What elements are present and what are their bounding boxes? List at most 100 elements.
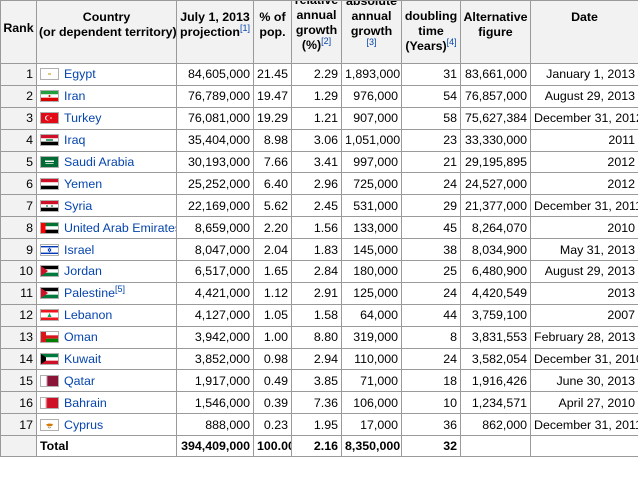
col-header-absolute-growth[interactable]: absolute annual growth [3] (341, 0, 402, 64)
country-link[interactable]: Saudi Arabia (64, 155, 134, 169)
country-ref-link[interactable]: [5] (115, 284, 125, 294)
population-table: Rank Country (or dependent territory) Ju… (0, 0, 638, 458)
col-header-rel-line3: growth (295, 23, 338, 37)
doubling-time-cell: 29 (401, 194, 461, 218)
alternative-figure-cell: 3,759,100 (460, 303, 531, 327)
col-header-doubling-time[interactable]: doubling time (Years)[4] (401, 0, 461, 64)
table-row: 15 Qatar 1,917,000 0.49 3.85 71,000 18 1,916,42… (0, 369, 638, 393)
col-header-pop[interactable]: % of pop. (253, 0, 292, 64)
col-header-projection[interactable]: July 1, 2013 projection[1] (176, 0, 254, 64)
col-header-relative-growth[interactable]: relative annual growth (%)[2] (291, 0, 342, 64)
country-link[interactable]: Oman (64, 330, 98, 344)
relative-growth-cell: 3.06 (291, 128, 342, 152)
header-row: Rank Country (or dependent territory) Ju… (0, 0, 638, 64)
absolute-growth-cell: 106,000 (341, 391, 402, 415)
country-cell: Bahrain (36, 391, 177, 415)
alternative-figure-cell: 21,377,000 (460, 194, 531, 218)
egypt-flag-icon (40, 68, 59, 81)
country-link[interactable]: Iran (64, 89, 85, 103)
country-link[interactable]: Turkey (64, 111, 101, 125)
rank-cell: 15 (0, 369, 37, 393)
country-link[interactable]: Israel (64, 243, 94, 257)
relative-growth-cell: 3.41 (291, 150, 342, 174)
rank-cell: 8 (0, 216, 37, 240)
projection-cell: 30,193,000 (176, 150, 254, 174)
doubling-time-cell: 25 (401, 260, 461, 283)
country-link[interactable]: Palestine (64, 286, 115, 300)
pop-percent-cell: 7.66 (253, 150, 292, 174)
rank-cell: 3 (0, 106, 37, 130)
doubling-time-cell: 58 (401, 106, 461, 130)
col-header-abs-line2: annual (351, 9, 392, 23)
pop-percent-cell: 0.98 (253, 347, 292, 371)
projection-cell: 25,252,000 (176, 172, 254, 196)
palestine-flag-icon (40, 287, 59, 300)
country-link[interactable]: Qatar (64, 374, 95, 388)
country-link[interactable]: Iraq (64, 133, 85, 147)
country-cell: Saudi Arabia (36, 150, 177, 174)
projection-cell: 4,127,000 (176, 303, 254, 327)
rank-cell: 9 (0, 238, 37, 262)
col-header-rank[interactable]: Rank (0, 0, 37, 64)
col-header-pop-line2: pop. (259, 25, 286, 39)
rank-cell: 13 (0, 325, 37, 349)
country-link[interactable]: Yemen (64, 177, 102, 191)
total-row: Total 394,409,000 100.00 2.16 8,350,000 32 (0, 435, 638, 458)
country-link[interactable]: Egypt (64, 67, 96, 81)
pop-percent-cell: 5.62 (253, 194, 292, 218)
ref-link-4[interactable]: [4] (447, 36, 457, 46)
country-link[interactable]: Cyprus (64, 418, 103, 432)
pop-percent-cell: 1.00 (253, 325, 292, 349)
absolute-growth-cell: 319,000 (341, 325, 402, 349)
country-link[interactable]: United Arab Emirates (64, 221, 176, 235)
country-link[interactable]: Syria (64, 199, 92, 213)
doubling-time-cell: 44 (401, 303, 461, 327)
country-link[interactable]: Bahrain (64, 396, 107, 410)
relative-growth-cell: 1.56 (291, 216, 342, 240)
table-row: 2 Iran 76,789,000 19.47 1.29 976,000 54 76,857,… (0, 84, 638, 108)
doubling-time-cell: 24 (401, 172, 461, 196)
table-row: 11 Palestine[5] 4,421,000 1.12 2.91 125,000 24… (0, 281, 638, 305)
pop-percent-cell: 1.05 (253, 303, 292, 327)
pop-percent-cell: 19.47 (253, 84, 292, 108)
ref-link-2[interactable]: [2] (321, 36, 331, 46)
table-row: 10 Jordan 6,517,000 1.65 2.84 180,000 25 6,480,… (0, 260, 638, 283)
alternative-figure-cell: 76,857,000 (460, 84, 531, 108)
pop-percent-cell: 21.45 (253, 63, 292, 86)
country-cell: Cyprus (36, 413, 177, 437)
absolute-growth-cell: 907,000 (341, 106, 402, 130)
country-cell: Israel (36, 238, 177, 262)
col-header-date[interactable]: Date (530, 0, 638, 64)
projection-cell: 84,605,000 (176, 63, 254, 86)
doubling-time-cell: 24 (401, 347, 461, 371)
country-cell: Yemen (36, 172, 177, 196)
ref-link-1[interactable]: [1] (240, 23, 250, 33)
alternative-figure-cell: 862,000 (460, 413, 531, 437)
country-link[interactable]: Jordan (64, 264, 102, 278)
rank-cell: 11 (0, 281, 37, 305)
doubling-time-cell: 24 (401, 281, 461, 305)
relative-growth-cell: 2.84 (291, 260, 342, 283)
kuwait-flag-icon (40, 353, 59, 366)
pop-percent-cell: 1.12 (253, 281, 292, 305)
total-relative-growth-cell: 2.16 (291, 435, 342, 458)
projection-cell: 8,659,000 (176, 216, 254, 240)
bahrain-flag-icon (40, 396, 59, 409)
country-cell: Qatar (36, 369, 177, 393)
projection-cell: 1,546,000 (176, 391, 254, 415)
date-cell: 2012 (530, 172, 638, 196)
rank-cell: 10 (0, 260, 37, 283)
country-link[interactable]: Lebanon (64, 308, 112, 322)
alternative-figure-cell: 1,916,426 (460, 369, 531, 393)
population-table-view: Rank Country (or dependent territory) Ju… (0, 0, 638, 479)
rank-cell: 17 (0, 413, 37, 437)
alternative-figure-cell: 8,264,070 (460, 216, 531, 240)
alternative-figure-cell: 33,330,000 (460, 128, 531, 152)
col-header-alt-line2: figure (478, 25, 513, 39)
country-link[interactable]: Kuwait (64, 352, 101, 366)
col-header-country[interactable]: Country (or dependent territory) (36, 0, 177, 64)
relative-growth-cell: 1.29 (291, 84, 342, 108)
table-row: 14 Kuwait 3,852,000 0.98 2.94 110,000 24 3,582,… (0, 347, 638, 371)
col-header-alternative[interactable]: Alternative figure (460, 0, 531, 64)
ref-link-3[interactable]: [3] (366, 37, 376, 47)
